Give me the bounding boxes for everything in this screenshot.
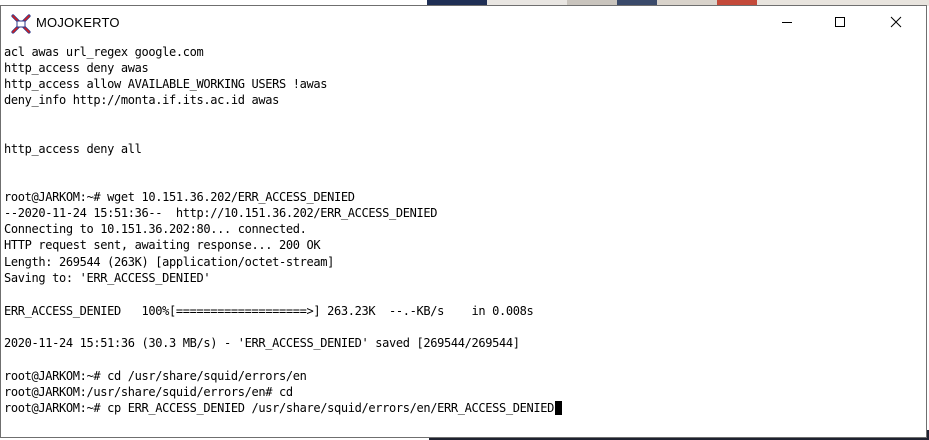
close-icon	[890, 13, 902, 32]
terminal-line: HTTP request sent, awaiting response... …	[4, 238, 321, 252]
terminal-line: root@JARKOM:/usr/share/squid/errors/en# …	[4, 385, 293, 399]
terminal-command-text: root@JARKOM:~# cp ERR_ACCESS_DENIED /usr…	[4, 401, 554, 415]
terminal-line: 2020-11-24 15:51:36 (30.3 MB/s) - 'ERR_A…	[4, 336, 520, 350]
terminal-line: http_access deny all	[4, 142, 142, 156]
terminal-line: root@JARKOM:~# cd /usr/share/squid/error…	[4, 369, 307, 383]
terminal-window[interactable]: MOJOKERTO acl awas url_regex google.com …	[0, 5, 927, 438]
maximize-button[interactable]	[817, 6, 863, 38]
terminal-line: acl awas url_regex google.com	[4, 45, 204, 59]
title-bar[interactable]: MOJOKERTO	[1, 6, 926, 40]
text-cursor	[554, 401, 562, 415]
terminal-line: Saving to: 'ERR_ACCESS_DENIED'	[4, 271, 211, 285]
terminal-prompt-line[interactable]: root@JARKOM:~# cp ERR_ACCESS_DENIED /usr…	[4, 400, 562, 416]
maximize-icon	[834, 13, 846, 32]
terminal-line: Connecting to 10.151.36.202:80... connec…	[4, 222, 307, 236]
terminal-line: Length: 269544 (263K) [application/octet…	[4, 255, 334, 269]
minimize-icon	[781, 13, 793, 32]
terminal-line: ERR_ACCESS_DENIED 100%[=================…	[4, 304, 534, 318]
terminal-line: --2020-11-24 15:51:36-- http://10.151.36…	[4, 206, 438, 220]
terminal-line: http_access deny awas	[4, 61, 149, 75]
terminal-output[interactable]: acl awas url_regex google.com http_acces…	[1, 42, 926, 437]
terminal-line: http_access allow AVAILABLE_WORKING USER…	[4, 77, 328, 91]
terminal-line: deny_info http://monta.if.its.ac.id awas	[4, 93, 279, 107]
putty-app-icon[interactable]	[11, 14, 31, 34]
close-button[interactable]	[873, 6, 919, 38]
window-title: MOJOKERTO	[36, 15, 120, 30]
terminal-line: root@JARKOM:~# wget 10.151.36.202/ERR_AC…	[4, 190, 355, 204]
minimize-button[interactable]	[764, 6, 810, 38]
